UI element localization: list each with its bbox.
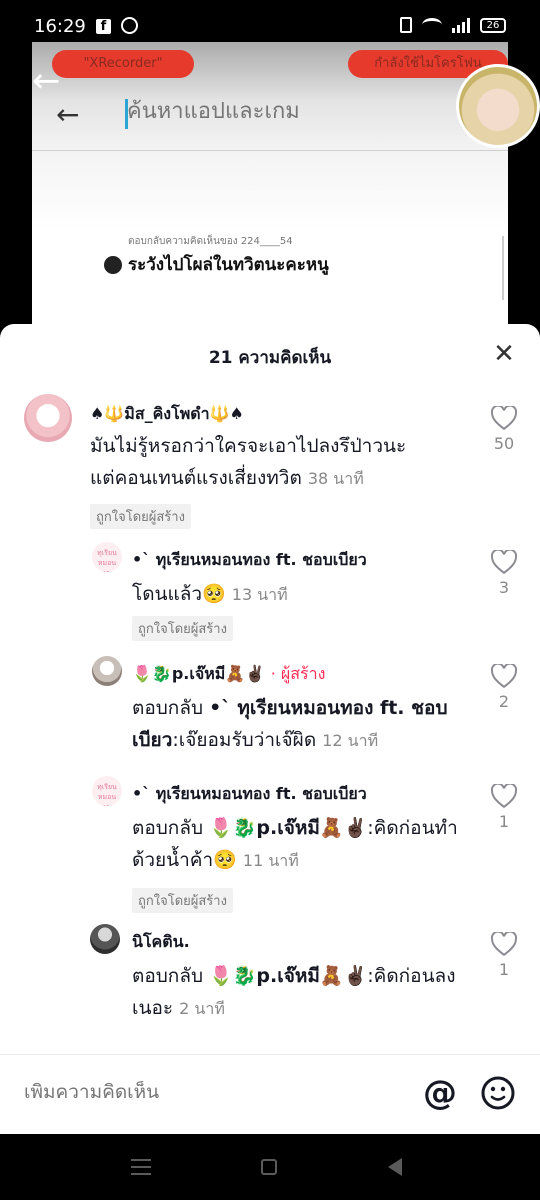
reply-subtitle: ตอบกลับความคิดเห็นของ 224____54 (128, 236, 293, 247)
comment-time: 13 นาที (231, 585, 288, 604)
avatar[interactable]: ทุเรียน หมอนทอง (92, 776, 122, 806)
comment-username[interactable]: 🌷🐉p.เจ๊หมี🧸✌🏿 · ผู้สร้าง (132, 662, 325, 687)
comment-text: ตอบกลับ 🌷🐉p.เจ๊หมี🧸✌🏿:คิดก่อนลงเนอะ 2 นา… (132, 960, 462, 1025)
vibrate-icon (400, 17, 412, 33)
like-count: 1 (498, 960, 510, 979)
comment-time: 2 นาที (179, 999, 225, 1018)
avatar[interactable] (92, 656, 122, 686)
comment-time: 12 นาที (322, 731, 379, 750)
heart-icon (491, 784, 517, 808)
comment-text: มันไม่รู้หรอกว่าใครจะเอาไปลงรึป่าวนะแต่ค… (90, 430, 430, 495)
liked-by-creator-badge: ถูกใจโดยผู้สร้าง (132, 888, 233, 913)
messenger-icon (121, 17, 138, 34)
creator-avatar[interactable] (456, 64, 540, 148)
comments-sheet: 21 ความคิดเห็น ✕ ♠🔱มิส_คิงโพดำ🔱♠ มันไม่ร… (0, 324, 540, 1134)
comment-input[interactable] (24, 1081, 364, 1103)
facebook-icon: f (96, 19, 111, 34)
avatar[interactable]: ทุเรียน หมอนทอง (92, 542, 122, 572)
back-icon[interactable] (388, 1158, 402, 1176)
video-background: "XRecorder" กำลังใช้ไมโครโฟน (32, 42, 508, 342)
comments-title: 21 ความคิดเห็น (208, 348, 332, 368)
avatar[interactable] (24, 394, 72, 442)
reply-prefix: ตอบกลับ (132, 697, 204, 719)
battery-icon: 26 (480, 17, 506, 33)
like-button[interactable]: 2 (486, 664, 522, 711)
heart-icon (491, 664, 517, 688)
like-button[interactable]: 50 (486, 406, 522, 453)
like-button[interactable]: 3 (486, 550, 522, 597)
reply-prefix: ตอบกลับ (132, 817, 204, 839)
emoji-icon[interactable] (480, 1075, 516, 1111)
dot-icon (104, 256, 122, 274)
creator-label: · ผู้สร้าง (270, 664, 326, 683)
comment-username[interactable]: •` ทุเรียนหมอนทอง ft. ชอบเบียว (132, 548, 367, 573)
status-time: 16:29 (34, 16, 86, 37)
comment-input-bar: @ (0, 1054, 540, 1135)
divider (502, 236, 504, 300)
comment-username[interactable]: ♠🔱มิส_คิงโพดำ🔱♠ (90, 402, 244, 427)
divider (32, 150, 508, 151)
reply-caption-text: ระวังไปโผล่ในทวิตนะคะหนู (128, 255, 329, 275)
comment-username[interactable]: •` ทุเรียนหมอนทอง ft. ชอบเบียว (132, 782, 367, 807)
comment-time: 11 นาที (242, 851, 299, 870)
mention-button[interactable]: @ (420, 1073, 460, 1113)
close-icon[interactable]: ✕ (490, 340, 518, 368)
like-count: 2 (498, 692, 510, 711)
navigation-bar (0, 1134, 540, 1200)
heart-icon (491, 932, 517, 956)
comment-username-text: 🌷🐉p.เจ๊หมี🧸✌🏿 (132, 664, 266, 683)
recorder-pill: "XRecorder" (52, 50, 194, 78)
comment-text: ตอบกลับ 🌷🐉p.เจ๊หมี🧸✌🏿:คิดก่อนทำด้วยน้ำค้… (132, 812, 462, 877)
reply-caption: ระวังไปโผล่ในทวิตนะคะหนู (104, 251, 329, 278)
liked-by-creator-badge: ถูกใจโดยผู้สร้าง (132, 616, 233, 641)
reply-prefix: ตอบกลับ (132, 965, 204, 987)
like-count: 1 (498, 812, 510, 831)
home-icon[interactable] (261, 1159, 277, 1175)
comment-body: :เจ๊ยอมรับว่าเจ๊ผิด (172, 729, 317, 751)
comment-text: โดนแล้ว🥺 13 นาที (132, 578, 472, 611)
heart-icon (491, 406, 517, 430)
comment-body: โดนแล้ว🥺 (132, 583, 226, 605)
like-button[interactable]: 1 (486, 932, 522, 979)
avatar[interactable] (90, 924, 120, 954)
like-count: 3 (498, 578, 510, 597)
reply-mention[interactable]: 🌷🐉p.เจ๊หมี🧸✌🏿 (209, 965, 367, 987)
reply-mention[interactable]: 🌷🐉p.เจ๊หมี🧸✌🏿 (209, 817, 367, 839)
comment-text: ตอบกลับ •` ทุเรียนหมอนทอง ft. ชอบเบียว:เ… (132, 692, 482, 757)
like-button[interactable]: 1 (486, 784, 522, 831)
store-search-input (127, 99, 427, 124)
comment-time: 38 นาที (307, 469, 364, 488)
wifi-icon (422, 18, 442, 32)
heart-icon (491, 550, 517, 574)
signal-icon (452, 17, 470, 33)
like-count: 50 (493, 434, 515, 453)
back-arrow-icon[interactable]: ← (32, 64, 61, 98)
search-back-icon: ← (56, 98, 80, 131)
comment-username[interactable]: นิโคติน. (132, 930, 190, 955)
liked-by-creator-badge: ถูกใจโดยผู้สร้าง (90, 504, 191, 529)
recents-icon[interactable] (131, 1159, 151, 1180)
